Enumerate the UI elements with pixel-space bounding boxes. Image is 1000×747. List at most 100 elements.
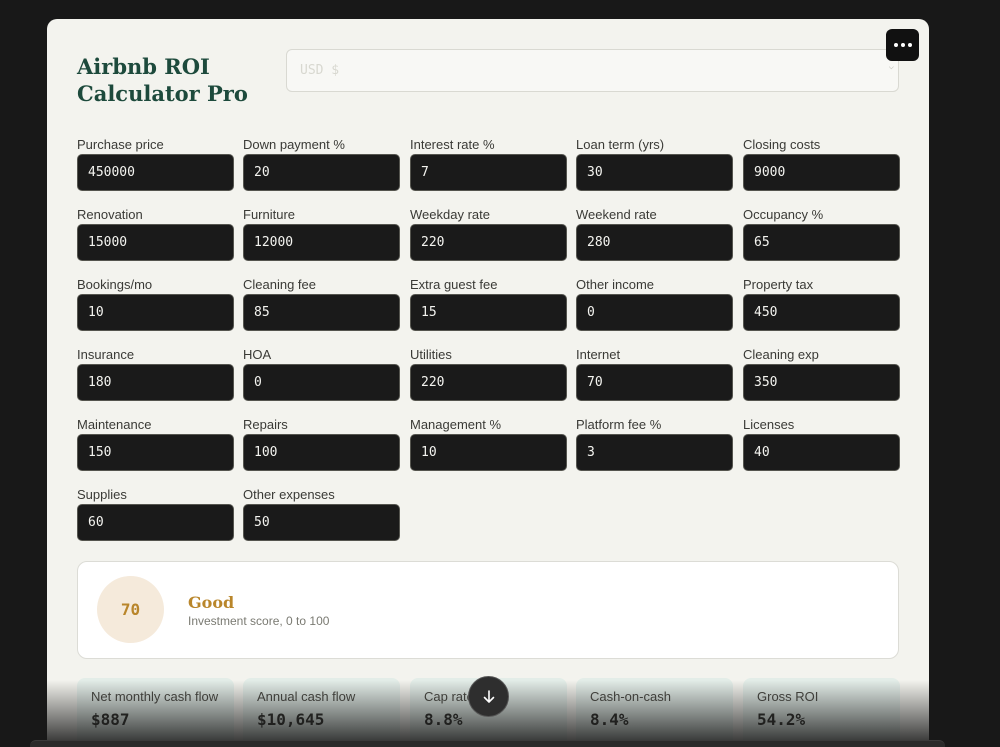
field-input[interactable]: 3 — [576, 434, 733, 471]
field-extra-guest-fee: Extra guest fee 15 — [410, 276, 567, 331]
field-interest-rate: Interest rate % 7 — [410, 136, 567, 191]
field-label: Furniture — [243, 207, 296, 222]
field-input[interactable]: 15000 — [77, 224, 234, 261]
metric-value: 8.4% — [590, 710, 629, 729]
field-other-expenses: Other expenses 50 — [243, 486, 400, 541]
field-input[interactable]: 12000 — [243, 224, 400, 261]
field-input[interactable]: 40 — [743, 434, 900, 471]
field-occupancy: Occupancy % 65 — [743, 206, 900, 261]
metric-label: Gross ROI — [757, 689, 819, 704]
field-cleaning-fee: Cleaning fee 85 — [243, 276, 400, 331]
field-label: Other income — [576, 277, 655, 292]
field-label: Management % — [410, 417, 502, 432]
metric-label: Annual cash flow — [257, 689, 356, 704]
metric-value: $887 — [91, 710, 130, 729]
field-input[interactable]: 70 — [576, 364, 733, 401]
field-input[interactable]: 9000 — [743, 154, 900, 191]
field-platform-fee: Platform fee % 3 — [576, 416, 733, 471]
metric-card: Gross ROI 54.2% — [743, 678, 900, 747]
field-down-payment: Down payment % 20 — [243, 136, 400, 191]
field-label: Internet — [576, 347, 621, 362]
field-label: Loan term (yrs) — [576, 137, 665, 152]
metric-card: Net monthly cash flow $887 — [77, 678, 234, 747]
field-input[interactable]: 450 — [743, 294, 900, 331]
currency-placeholder: USD $ — [300, 63, 340, 78]
field-weekday-rate: Weekday rate 220 — [410, 206, 567, 261]
metric-card: Annual cash flow $10,645 — [243, 678, 400, 747]
metric-value: $10,645 — [257, 710, 325, 729]
field-input[interactable]: 280 — [576, 224, 733, 261]
field-input[interactable]: 30 — [576, 154, 733, 191]
calculator-card: Airbnb ROI Calculator Pro USD $ ⌵ Purcha… — [47, 19, 929, 747]
field-internet: Internet 70 — [576, 346, 733, 401]
field-bookings-mo: Bookings/mo 10 — [77, 276, 234, 331]
currency-select[interactable]: USD $ ⌵ — [286, 49, 899, 92]
field-label: Supplies — [77, 487, 127, 502]
score-rating: Good — [188, 593, 235, 612]
field-input[interactable]: 0 — [243, 364, 400, 401]
field-input[interactable]: 100 — [243, 434, 400, 471]
field-input[interactable]: 350 — [743, 364, 900, 401]
field-input[interactable]: 50 — [243, 504, 400, 541]
field-cleaning-exp: Cleaning exp 350 — [743, 346, 900, 401]
field-input[interactable]: 450000 — [77, 154, 234, 191]
field-label: Extra guest fee — [410, 277, 498, 292]
chevron-down-icon: ⌵ — [888, 62, 894, 72]
field-input[interactable]: 10 — [77, 294, 234, 331]
field-label: Interest rate % — [410, 137, 495, 152]
field-insurance: Insurance 180 — [77, 346, 234, 401]
arrow-down-icon — [483, 689, 494, 703]
field-label: Utilities — [410, 347, 452, 362]
field-input[interactable]: 0 — [576, 294, 733, 331]
field-input[interactable]: 150 — [77, 434, 234, 471]
field-label: Cleaning fee — [243, 277, 316, 292]
field-label: Licenses — [743, 417, 795, 432]
score-badge: 70 — [97, 576, 164, 643]
field-weekend-rate: Weekend rate 280 — [576, 206, 733, 261]
more-menu-button[interactable] — [886, 29, 919, 61]
metric-label: Net monthly cash flow — [91, 689, 219, 704]
field-furniture: Furniture 12000 — [243, 206, 400, 261]
field-loan-term-yrs: Loan term (yrs) 30 — [576, 136, 733, 191]
field-label: Maintenance — [77, 417, 152, 432]
field-label: Weekday rate — [410, 207, 490, 222]
field-closing-costs: Closing costs 9000 — [743, 136, 900, 191]
field-input[interactable]: 20 — [243, 154, 400, 191]
field-property-tax: Property tax 450 — [743, 276, 900, 331]
score-caption: Investment score, 0 to 100 — [188, 614, 330, 628]
field-hoa: HOA 0 — [243, 346, 400, 401]
metric-card: Cash-on-cash 8.4% — [576, 678, 733, 747]
field-management: Management % 10 — [410, 416, 567, 471]
field-input[interactable]: 85 — [243, 294, 400, 331]
field-input[interactable]: 220 — [410, 224, 567, 261]
field-input[interactable]: 15 — [410, 294, 567, 331]
field-input[interactable]: 220 — [410, 364, 567, 401]
field-other-income: Other income 0 — [576, 276, 733, 331]
metric-value: 54.2% — [757, 710, 806, 729]
field-input[interactable]: 7 — [410, 154, 567, 191]
field-label: Down payment % — [243, 137, 345, 152]
bottom-panel-edge — [30, 740, 945, 747]
field-label: Purchase price — [77, 137, 164, 152]
field-licenses: Licenses 40 — [743, 416, 900, 471]
field-utilities: Utilities 220 — [410, 346, 567, 401]
field-input[interactable]: 65 — [743, 224, 900, 261]
field-label: Renovation — [77, 207, 143, 222]
scroll-down-button[interactable] — [468, 676, 509, 717]
field-label: Weekend rate — [576, 207, 657, 222]
field-label: Occupancy % — [743, 207, 824, 222]
field-label: Repairs — [243, 417, 288, 432]
field-label: Other expenses — [243, 487, 335, 502]
field-input[interactable]: 10 — [410, 434, 567, 471]
field-label: Property tax — [743, 277, 814, 292]
field-label: Cleaning exp — [743, 347, 819, 362]
page-title: Airbnb ROI Calculator Pro — [77, 54, 248, 106]
score-panel: 70 Good Investment score, 0 to 100 — [77, 561, 899, 659]
field-input[interactable]: 60 — [77, 504, 234, 541]
field-label: HOA — [243, 347, 272, 362]
field-input[interactable]: 180 — [77, 364, 234, 401]
field-renovation: Renovation 15000 — [77, 206, 234, 261]
field-purchase-price: Purchase price 450000 — [77, 136, 234, 191]
field-label: Platform fee % — [576, 417, 662, 432]
field-label: Bookings/mo — [77, 277, 153, 292]
